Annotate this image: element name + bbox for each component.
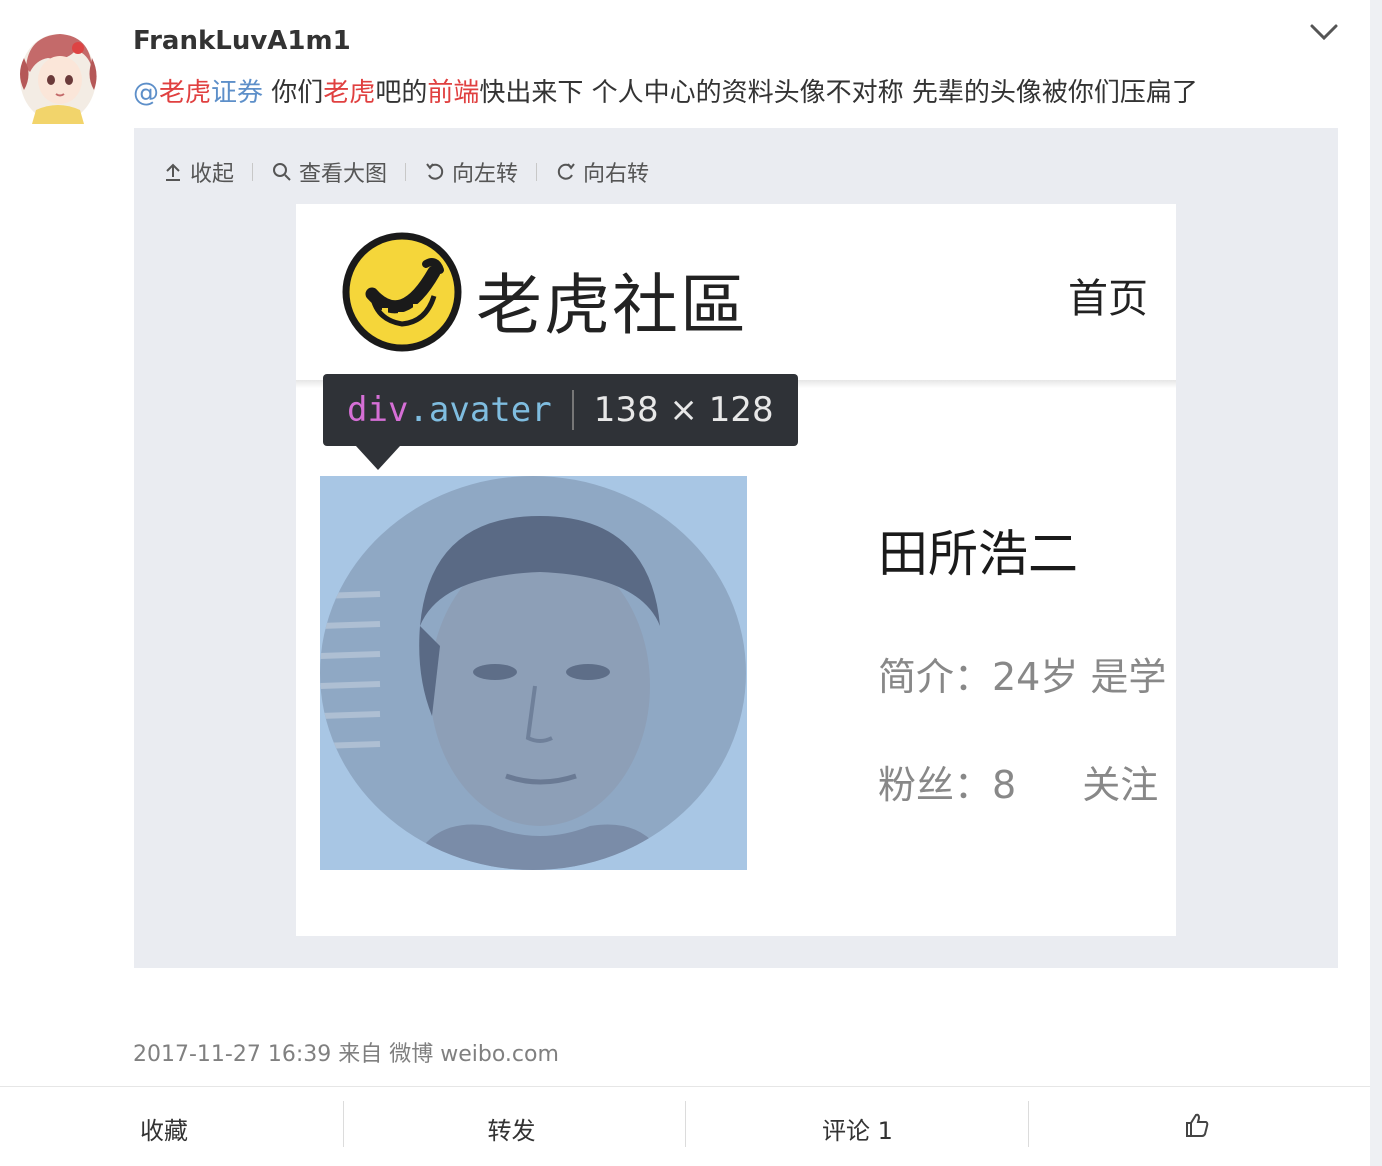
media-toolbar: 收起 查看大图 向左转 向右转 (162, 156, 649, 188)
magnifier-icon (273, 163, 291, 181)
collapse-label: 收起 (190, 162, 235, 187)
profile-stats: 粉丝：8 关注 (878, 754, 1158, 809)
favorite-label: 收藏 (140, 1117, 188, 1145)
toolbar-divider (405, 163, 407, 181)
embedded-screenshot[interactable]: 老虎社區 首页 田所浩二 简介：24岁 是学 粉丝：8 关注 (296, 204, 1176, 936)
username[interactable]: FrankLuvA1m1 (133, 26, 351, 56)
view-large-label: 查看大图 (299, 162, 388, 187)
profile-photo (320, 476, 746, 870)
tooltip-tag: div (347, 390, 409, 430)
devtools-inspect-tooltip: div .avater 138 × 128 (323, 374, 798, 446)
rotate-left-icon (426, 163, 444, 180)
nav-home-link[interactable]: 首页 (1068, 266, 1148, 324)
repost-button[interactable]: 转发 (342, 1087, 686, 1166)
favorite-button[interactable]: 收藏 (0, 1087, 343, 1166)
post-menu-button[interactable] (1308, 20, 1340, 44)
action-bar: 收藏 转发 评论 1 (0, 1086, 1370, 1166)
like-button[interactable] (1027, 1087, 1371, 1166)
post-meta: 2017-11-27 16:39 来自 微博 weibo.com (133, 1042, 559, 1067)
arrow-up-icon (166, 163, 180, 181)
site-header: 老虎社區 首页 (296, 204, 1176, 382)
fans-count: 粉丝：8 (878, 763, 1017, 807)
thumbs-up-icon (1185, 1113, 1208, 1137)
profile-name: 田所浩二 (878, 525, 1078, 583)
mention-link[interactable]: @老虎证券 (133, 78, 263, 108)
profile-bio: 简介：24岁 是学 (878, 655, 1167, 699)
brand-name: 老虎社區 (476, 267, 748, 344)
highlight-keyword[interactable]: 前端 (427, 78, 479, 108)
comment-button[interactable]: 评论 1 (685, 1087, 1028, 1166)
comment-label: 评论 1 (822, 1117, 893, 1145)
toolbar-divider (252, 163, 254, 181)
page-background-strip (1370, 0, 1382, 1166)
weibo-post-card: FrankLuvA1m1 @老虎证券 你们老虎吧的前端快出来下 个人中心的资料头… (0, 0, 1370, 1166)
post-text: @老虎证券 你们老虎吧的前端快出来下 个人中心的资料头像不对称 先辈的头像被你们… (133, 78, 1198, 108)
tooltip-class: .avater (408, 390, 552, 430)
tooltip-dimensions: 138 × 128 (593, 390, 774, 430)
rotate-right-icon (557, 163, 575, 180)
tooltip-arrow (356, 446, 400, 470)
follow-count: 关注 (1082, 763, 1159, 807)
rotate-right-button[interactable]: 向右转 (555, 156, 649, 188)
toolbar-divider (536, 163, 538, 181)
rotate-left-button[interactable]: 向左转 (424, 156, 518, 188)
tiger-logo-icon (342, 232, 462, 352)
collapse-button[interactable]: 收起 (162, 156, 234, 188)
repost-label: 转发 (487, 1117, 536, 1145)
user-avatar[interactable] (18, 28, 98, 124)
highlight-keyword[interactable]: 老虎 (323, 78, 375, 108)
rotate-right-label: 向右转 (583, 162, 650, 187)
anime-avatar-image (20, 34, 97, 124)
tooltip-divider (571, 390, 574, 430)
chevron-down-icon (1310, 24, 1338, 41)
rotate-left-label: 向左转 (452, 162, 519, 187)
view-large-button[interactable]: 查看大图 (271, 156, 387, 188)
